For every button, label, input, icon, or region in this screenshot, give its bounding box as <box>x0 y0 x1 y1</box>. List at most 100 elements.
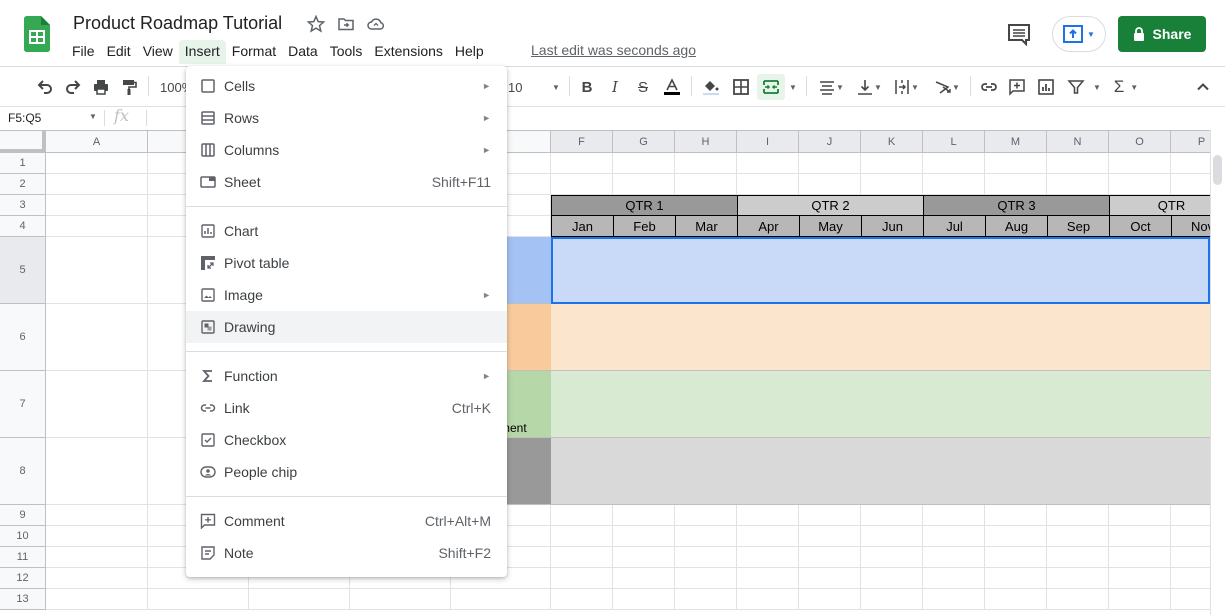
cell[interactable] <box>737 568 799 589</box>
quarter-header[interactable]: QTR 1 <box>551 195 738 216</box>
cell[interactable] <box>737 547 799 568</box>
cell[interactable] <box>613 589 675 610</box>
cell[interactable] <box>1109 568 1171 589</box>
cell[interactable] <box>985 568 1047 589</box>
cell[interactable] <box>551 589 613 610</box>
move-folder-icon[interactable] <box>336 14 356 34</box>
cell[interactable] <box>1171 174 1210 195</box>
cell[interactable] <box>1109 526 1171 547</box>
row-header-2[interactable]: 2 <box>0 174 46 195</box>
month-header[interactable]: Jul <box>923 216 986 237</box>
cell[interactable] <box>861 505 923 526</box>
row-header-1[interactable]: 1 <box>0 153 46 174</box>
row-header-9[interactable]: 9 <box>0 505 46 526</box>
cell[interactable] <box>1109 589 1171 610</box>
text-color-button[interactable] <box>660 76 684 98</box>
cell[interactable] <box>1047 174 1109 195</box>
cell[interactable] <box>675 174 737 195</box>
strikethrough-button[interactable]: S <box>632 76 654 98</box>
column-header-A[interactable]: A <box>46 130 148 153</box>
cell[interactable] <box>799 547 861 568</box>
row-header-7[interactable]: 7 <box>0 371 46 438</box>
month-header[interactable]: Sep <box>1047 216 1110 237</box>
cell[interactable] <box>861 174 923 195</box>
cell[interactable] <box>737 589 799 610</box>
cell[interactable] <box>675 547 737 568</box>
row-header-13[interactable]: 13 <box>0 589 46 610</box>
cell[interactable] <box>923 153 985 174</box>
row-header-3[interactable]: 3 <box>0 195 46 216</box>
cell[interactable] <box>799 589 861 610</box>
cell[interactable] <box>861 568 923 589</box>
roadmap-timeline-band[interactable] <box>551 438 1210 505</box>
cell[interactable] <box>46 547 148 568</box>
column-header-O[interactable]: O <box>1109 130 1171 153</box>
column-header-H[interactable]: H <box>675 130 737 153</box>
menu-extensions[interactable]: Extensions <box>368 40 448 64</box>
cell[interactable] <box>46 505 148 526</box>
cell[interactable] <box>1047 547 1109 568</box>
cloud-saved-icon[interactable] <box>366 14 386 34</box>
text-wrapping-button[interactable]: ▼ <box>889 76 923 98</box>
font-size-dropdown[interactable]: ▼ <box>549 76 563 98</box>
quarter-header[interactable]: QTR 2 <box>737 195 924 216</box>
cell[interactable] <box>1171 547 1210 568</box>
merge-cells-button[interactable] <box>757 74 785 100</box>
cell[interactable] <box>1171 526 1210 547</box>
menu-item-pivot-table[interactable]: Pivot table <box>186 247 507 279</box>
paint-format-button[interactable] <box>118 76 140 98</box>
row-header-6[interactable]: 6 <box>0 304 46 371</box>
select-all-corner[interactable] <box>0 130 46 153</box>
filter-button[interactable]: ▼ <box>1064 76 1104 98</box>
present-button[interactable]: ▼ <box>1052 16 1106 52</box>
document-title[interactable]: Product Roadmap Tutorial <box>73 13 282 34</box>
cell[interactable] <box>46 589 148 610</box>
month-header[interactable]: Jun <box>861 216 924 237</box>
cell[interactable] <box>985 547 1047 568</box>
column-header-N[interactable]: N <box>1047 130 1109 153</box>
cell[interactable] <box>551 568 613 589</box>
cell[interactable] <box>46 526 148 547</box>
cell[interactable] <box>613 174 675 195</box>
row-header-12[interactable]: 12 <box>0 568 46 589</box>
cell[interactable] <box>675 568 737 589</box>
menu-item-cells[interactable]: Cells ► <box>186 70 507 102</box>
cell[interactable] <box>551 547 613 568</box>
cell[interactable] <box>148 589 249 610</box>
month-header[interactable]: Oct <box>1109 216 1172 237</box>
column-header-J[interactable]: J <box>799 130 861 153</box>
borders-button[interactable] <box>730 76 752 98</box>
redo-button[interactable] <box>62 76 84 98</box>
menu-edit[interactable]: Edit <box>101 40 137 64</box>
menu-item-drawing[interactable]: Drawing <box>186 311 507 343</box>
insert-comment-button[interactable] <box>1006 76 1028 98</box>
fill-color-button[interactable] <box>699 76 723 98</box>
cell[interactable] <box>1171 568 1210 589</box>
row-header-10[interactable]: 10 <box>0 526 46 547</box>
cell[interactable] <box>613 505 675 526</box>
month-header[interactable]: Aug <box>985 216 1048 237</box>
cell[interactable] <box>737 174 799 195</box>
menu-help[interactable]: Help <box>449 40 490 64</box>
month-header[interactable]: Feb <box>613 216 676 237</box>
cell[interactable] <box>799 174 861 195</box>
cell[interactable] <box>737 505 799 526</box>
zoom-select[interactable]: 100% <box>160 76 186 98</box>
menu-item-columns[interactable]: Columns ► <box>186 134 507 166</box>
column-header-M[interactable]: M <box>985 130 1047 153</box>
column-header-L[interactable]: L <box>923 130 985 153</box>
merge-dropdown[interactable]: ▼ <box>787 76 799 98</box>
star-icon[interactable] <box>306 14 326 34</box>
cell[interactable] <box>551 505 613 526</box>
present-dropdown-caret-icon[interactable]: ▼ <box>1087 30 1095 39</box>
cell[interactable] <box>551 174 613 195</box>
cell[interactable] <box>46 216 148 237</box>
month-header[interactable]: Jan <box>551 216 614 237</box>
cell[interactable] <box>675 589 737 610</box>
sheets-logo-icon[interactable] <box>24 16 50 52</box>
cell[interactable] <box>1047 568 1109 589</box>
cell[interactable] <box>675 505 737 526</box>
cell[interactable] <box>1109 153 1171 174</box>
month-header[interactable]: Nov <box>1171 216 1210 237</box>
cell[interactable] <box>1047 526 1109 547</box>
